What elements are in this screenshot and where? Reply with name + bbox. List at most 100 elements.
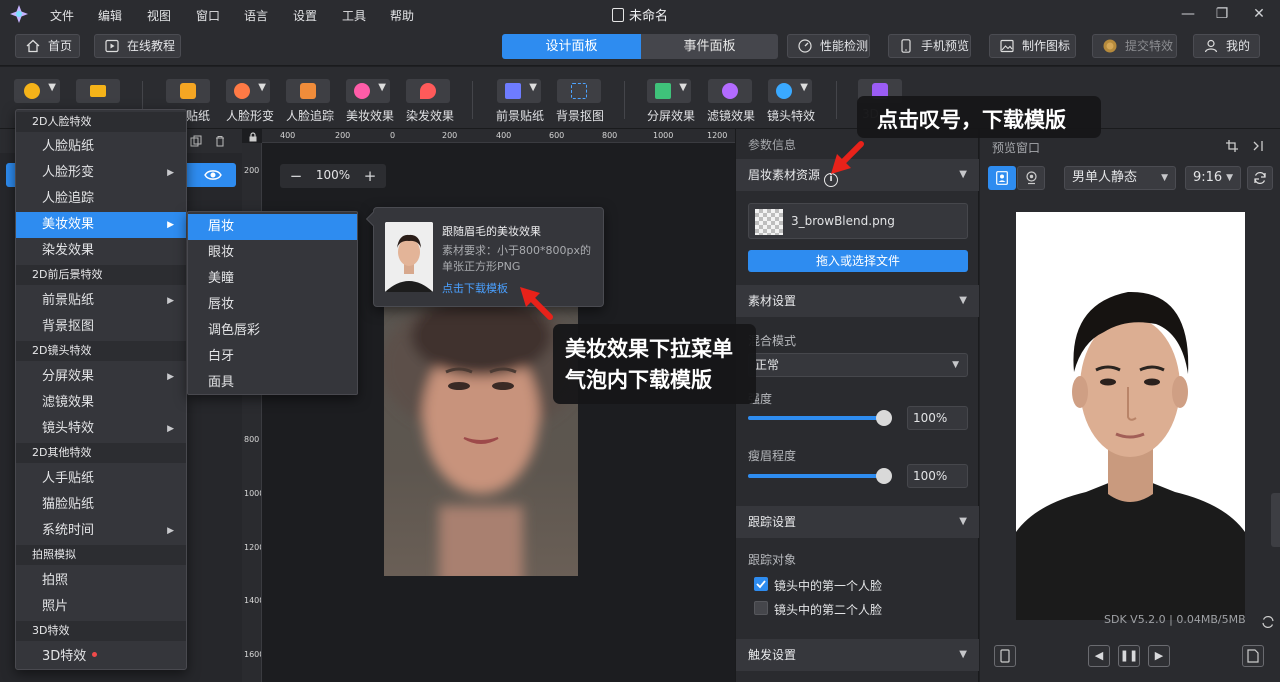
makeup-button[interactable]: ▼: [346, 79, 390, 103]
device-toggle-button[interactable]: [994, 645, 1016, 667]
foreground-sticker-button[interactable]: ▼: [497, 79, 541, 103]
menu-item-system-time[interactable]: 系统时间 ▶: [16, 518, 186, 544]
section-material-settings[interactable]: 素材设置 ▼: [736, 285, 979, 317]
material-file-box[interactable]: 3_browBlend.png: [748, 203, 968, 239]
collapse-panel-icon[interactable]: [1252, 140, 1264, 152]
zoom-out-button[interactable]: −: [286, 166, 306, 186]
filter-button[interactable]: [708, 79, 752, 103]
menu-item-split-screen[interactable]: 分屏效果 ▶: [16, 364, 186, 390]
canvas-preview-image[interactable]: [384, 306, 578, 576]
menu-settings[interactable]: 设置: [293, 7, 317, 24]
ruler-horizontal: 400 200 0 200 400 600 800 1000 1200: [262, 129, 735, 143]
next-button[interactable]: ▶: [1148, 645, 1170, 667]
lens-effect-button[interactable]: ▼: [768, 79, 812, 103]
menu-item-makeup[interactable]: 美妆效果 ▶: [16, 212, 186, 238]
tutorial-button[interactable]: 在线教程: [94, 34, 181, 58]
submenu-item-mask[interactable]: 面具: [188, 370, 357, 396]
section-trigger-settings[interactable]: 触发设置 ▼: [736, 639, 979, 671]
phone-preview-button[interactable]: 手机预览: [888, 34, 971, 58]
submenu-item-white-teeth[interactable]: 白牙: [188, 344, 357, 370]
mine-button[interactable]: 我的: [1193, 34, 1260, 58]
menu-tools[interactable]: 工具: [342, 7, 366, 24]
split-screen-button[interactable]: ▼: [647, 79, 691, 103]
menu-window[interactable]: 窗口: [196, 7, 220, 24]
add-effect-dropdown[interactable]: ▼: [14, 79, 60, 103]
folder-button[interactable]: [76, 79, 120, 103]
intensity-input[interactable]: 100%: [907, 406, 968, 430]
hair-dye-button[interactable]: [406, 79, 450, 103]
tab-design-panel[interactable]: 设计面板: [502, 34, 641, 59]
copy-icon[interactable]: [190, 135, 202, 147]
thin-brow-slider[interactable]: [748, 468, 892, 484]
menu-item-cat-sticker[interactable]: 猫脸贴纸: [16, 492, 186, 518]
menu-item-face-sticker[interactable]: 人脸贴纸: [16, 134, 186, 160]
menu-item-background-cutout[interactable]: 背景抠图: [16, 314, 186, 340]
side-scroll-handle[interactable]: [1271, 493, 1280, 547]
menu-item-foreground-sticker[interactable]: 前景贴纸 ▶: [16, 288, 186, 314]
menu-view[interactable]: 视图: [147, 7, 171, 24]
menu-item-photo[interactable]: 照片: [16, 594, 186, 620]
tab-event-panel[interactable]: 事件面板: [641, 34, 778, 59]
model-select[interactable]: 男单人静态 ▼: [1064, 166, 1176, 190]
refresh-button[interactable]: [1247, 166, 1273, 190]
eye-icon[interactable]: [204, 168, 222, 182]
submenu-item-brow[interactable]: 眉妆: [188, 214, 357, 240]
export-button[interactable]: [1242, 645, 1264, 667]
menu-item-3d-effect[interactable]: 3D特效: [16, 644, 186, 670]
submenu-item-lip-color[interactable]: 调色唇彩: [188, 318, 357, 344]
face-deform-button[interactable]: ▼: [226, 79, 270, 103]
menu-item-filter[interactable]: 滤镜效果: [16, 390, 186, 416]
pause-button[interactable]: ❚❚: [1118, 645, 1140, 667]
background-cutout-button[interactable]: [557, 79, 601, 103]
submenu-item-eye[interactable]: 眼妆: [188, 240, 357, 266]
menu-bar: 文件 编辑 视图 窗口 语言 设置 工具 帮助 未命名 — ❐ ✕: [0, 0, 1280, 28]
section-track-settings[interactable]: 跟踪设置 ▼: [736, 506, 979, 538]
previous-button[interactable]: ◀​: [1088, 645, 1110, 667]
submenu-item-lip[interactable]: 唇妆: [188, 292, 357, 318]
sync-icon[interactable]: [1261, 615, 1275, 629]
menu-item-take-photo[interactable]: 拍照: [16, 568, 186, 594]
thin-brow-input[interactable]: 100%: [907, 464, 968, 488]
perf-check-button[interactable]: 性能检测: [787, 34, 870, 58]
new-badge-dot: [92, 652, 98, 657]
face-sticker-button[interactable]: [166, 79, 210, 103]
menu-file[interactable]: 文件: [50, 7, 74, 24]
menu-language[interactable]: 语言: [244, 7, 268, 24]
filter-label: 滤镜效果: [707, 109, 756, 123]
menu-item-face-track[interactable]: 人脸追踪: [16, 186, 186, 212]
minimize-icon[interactable]: —: [1178, 4, 1198, 24]
face-track-button[interactable]: [286, 79, 330, 103]
intensity-slider[interactable]: [748, 410, 892, 426]
menu-item-face-deform[interactable]: 人脸形变 ▶: [16, 160, 186, 186]
home-button[interactable]: 首页: [15, 34, 80, 58]
menu-edit[interactable]: 编辑: [98, 7, 122, 24]
track-second-checkbox[interactable]: [754, 601, 768, 615]
menu-item-hair-dye[interactable]: 染发效果: [16, 238, 186, 264]
menu-help[interactable]: 帮助: [390, 7, 414, 24]
lock-icon[interactable]: [248, 132, 258, 142]
delete-icon[interactable]: [214, 135, 226, 147]
menu-item-lens-effect[interactable]: 镜头特效 ▶: [16, 416, 186, 442]
track-first-checkbox[interactable]: [754, 577, 768, 591]
blend-mode-select[interactable]: 正常 ▼: [748, 353, 968, 377]
aspect-ratio-select[interactable]: 9:16 ▼: [1185, 166, 1241, 190]
chevron-down-icon: ▼: [800, 82, 808, 93]
submenu-item-pupil[interactable]: 美瞳: [188, 266, 357, 292]
restore-icon[interactable]: ❐: [1212, 4, 1232, 24]
make-icon-button[interactable]: 制作图标: [989, 34, 1076, 58]
portrait-mode-button[interactable]: [988, 166, 1016, 190]
crop-icon[interactable]: [1226, 140, 1238, 152]
face-mode-button[interactable]: [1017, 166, 1045, 190]
upload-file-button[interactable]: 拖入或选择文件: [748, 250, 968, 272]
preview-image[interactable]: [1016, 212, 1245, 620]
chevron-right-icon: ▶: [167, 168, 174, 178]
perf-check-label: 性能检测: [820, 39, 869, 53]
download-template-link[interactable]: 点击下载模板: [442, 280, 508, 296]
tooltip-title: 跟随眉毛的美妆效果: [442, 225, 541, 238]
slider-knob[interactable]: [876, 410, 892, 426]
menu-item-hand-sticker[interactable]: 人手贴纸: [16, 466, 186, 492]
close-icon[interactable]: ✕: [1249, 4, 1269, 24]
submit-effect-button[interactable]: 提交特效: [1092, 34, 1177, 58]
zoom-in-button[interactable]: +: [360, 166, 380, 186]
slider-knob[interactable]: [876, 468, 892, 484]
